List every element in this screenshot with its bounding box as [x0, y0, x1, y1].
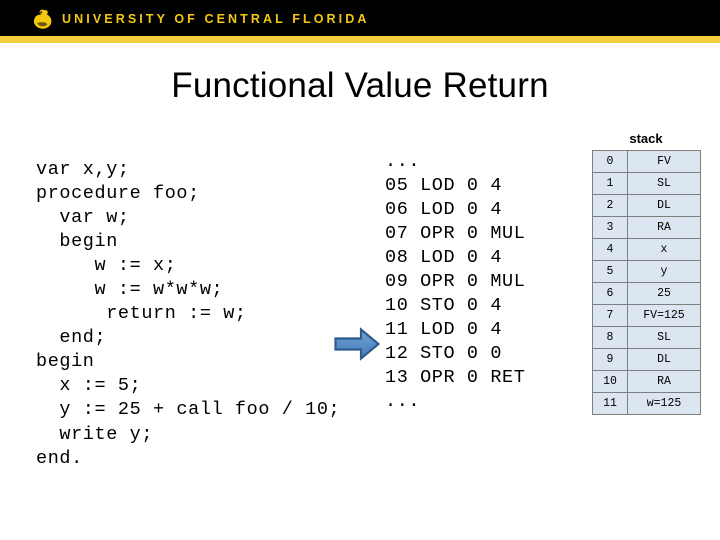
header-gold-stripe	[0, 36, 720, 43]
stack-value-cell: SL	[627, 172, 701, 195]
assembly-listing-block: ... 05 LOD 0 4 06 LOD 0 4 07 OPR 0 MUL 0…	[385, 150, 526, 413]
stack-value-cell: DL	[627, 194, 701, 217]
stack-table-body: 0 FV 1 SL 2 DL 3 RA 4 x 5 y 6 25 7 FV=12	[592, 150, 701, 415]
stack-index-cell: 10	[592, 370, 628, 393]
table-row: 0 FV	[592, 150, 701, 173]
table-row: 3 RA	[592, 216, 701, 239]
stack-value-cell: w=125	[627, 392, 701, 415]
stack-index-cell: 4	[592, 238, 628, 261]
stack-index-cell: 11	[592, 392, 628, 415]
stack-value-cell: FV=125	[627, 304, 701, 327]
table-row: 1 SL	[592, 172, 701, 195]
stack-value-cell: x	[627, 238, 701, 261]
table-row: 8 SL	[592, 326, 701, 349]
stack-value-cell: RA	[627, 216, 701, 239]
table-row: 11 w=125	[592, 392, 701, 415]
stack-table-caption: stack	[629, 131, 663, 146]
stack-index-cell: 8	[592, 326, 628, 349]
stack-index-cell: 2	[592, 194, 628, 217]
ucf-wordmark: UNIVERSITY OF CENTRAL FLORIDA	[62, 12, 370, 26]
stack-value-cell: 25	[627, 282, 701, 305]
right-arrow-icon	[334, 327, 381, 361]
stack-value-cell: RA	[627, 370, 701, 393]
stack-value-cell: y	[627, 260, 701, 283]
table-row: 5 y	[592, 260, 701, 283]
stack-value-cell: DL	[627, 348, 701, 371]
table-row: 9 DL	[592, 348, 701, 371]
stack-index-cell: 3	[592, 216, 628, 239]
stack-table: 0 FV 1 SL 2 DL 3 RA 4 x 5 y 6 25 7 FV=12	[592, 150, 701, 415]
page-title: Functional Value Return	[171, 66, 549, 105]
stack-value-cell: SL	[627, 326, 701, 349]
stack-index-cell: 6	[592, 282, 628, 305]
table-row: 10 RA	[592, 370, 701, 393]
stack-index-cell: 1	[592, 172, 628, 195]
table-row: 6 25	[592, 282, 701, 305]
stack-index-cell: 7	[592, 304, 628, 327]
source-code-block: var x,y; procedure foo; var w; begin w :…	[36, 158, 341, 469]
ucf-pegasus-icon	[31, 9, 55, 31]
stack-index-cell: 5	[592, 260, 628, 283]
table-row: 4 x	[592, 238, 701, 261]
table-row: 7 FV=125	[592, 304, 701, 327]
stack-index-cell: 9	[592, 348, 628, 371]
stack-index-cell: 0	[592, 150, 628, 173]
table-row: 2 DL	[592, 194, 701, 217]
stack-value-cell: FV	[627, 150, 701, 173]
